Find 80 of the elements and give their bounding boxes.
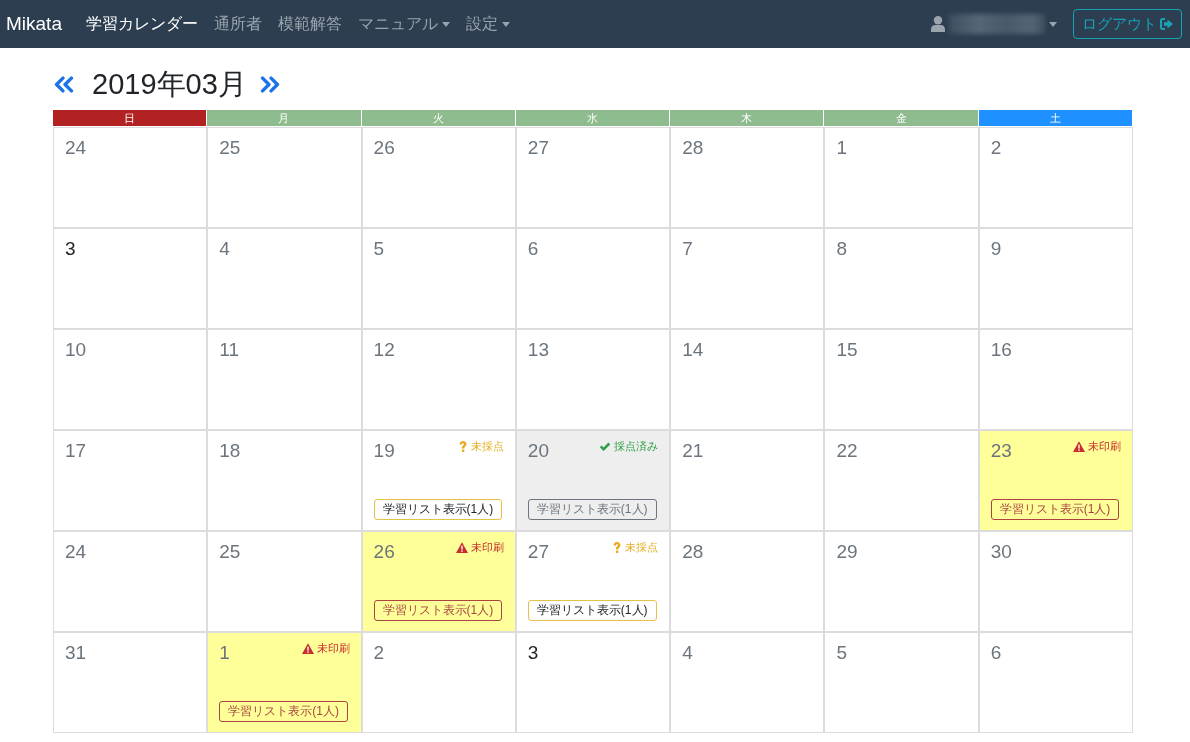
day-number: 12 (373, 338, 395, 362)
day-number: 6 (527, 237, 539, 261)
study-list-button[interactable]: 学習リスト表示(1人) (990, 499, 1120, 520)
status-label: 未印刷 (316, 642, 350, 655)
day-number: 1 (836, 136, 847, 160)
status-label: 未採点 (470, 440, 504, 453)
day-number: 8 (836, 237, 847, 261)
day-number: 22 (836, 439, 858, 463)
nav-link[interactable]: 模範解答 (269, 9, 350, 39)
weekday-header: 日 (53, 110, 207, 126)
warning-icon (301, 643, 314, 654)
day-number: 13 (527, 338, 549, 362)
warning-icon (455, 542, 468, 553)
caret-icon[interactable] (1049, 21, 1057, 27)
month-title: 2019年03月 (92, 67, 247, 101)
day-number: 21 (682, 439, 704, 463)
double-chevron-left-icon[interactable] (53, 75, 75, 93)
day-number: 25 (219, 540, 241, 564)
logout-button[interactable]: ログアウト (1073, 9, 1182, 39)
day-number: 16 (990, 338, 1012, 362)
warning-icon (1073, 441, 1085, 452)
day-number: 20 (527, 439, 549, 463)
weekday-header: 土 (978, 110, 1132, 126)
day-number: 29 (836, 540, 858, 564)
weekday-header: 火 (361, 110, 515, 126)
day-number: 5 (836, 641, 847, 665)
checkmark-icon (599, 441, 612, 452)
day-number: 6 (990, 641, 1002, 665)
day-number: 24 (65, 540, 87, 564)
user-icon[interactable] (931, 16, 945, 32)
day-number: 3 (527, 641, 539, 665)
day-number: 28 (682, 136, 704, 160)
day-number: 27 (527, 136, 549, 160)
day-number: 25 (219, 136, 241, 160)
day-number: 1 (219, 641, 230, 665)
weekday-header: 木 (670, 110, 824, 126)
day-number: 31 (65, 641, 87, 665)
day-number: 7 (682, 237, 693, 261)
question-mark-icon (457, 441, 468, 452)
study-list-button[interactable]: 学習リスト表示(1人) (527, 600, 657, 621)
day-number: 24 (65, 136, 87, 160)
day-number: 26 (373, 540, 395, 564)
day-number: 19 (373, 439, 395, 463)
day-number: 28 (682, 540, 704, 564)
day-number: 4 (682, 641, 693, 665)
day-number: 11 (219, 338, 239, 362)
status-label: 採点済み (614, 440, 659, 453)
nav-dropdown[interactable]: マニュアル (349, 9, 458, 39)
brand-logo-text[interactable]: Mikata (6, 13, 62, 35)
sign-out-icon (1160, 18, 1173, 30)
day-number: 27 (527, 540, 549, 564)
day-number: 10 (65, 338, 87, 362)
study-list-button[interactable]: 学習リスト表示(1人) (373, 499, 503, 520)
day-number: 3 (65, 237, 76, 261)
nav-link[interactable]: 通所者 (205, 9, 270, 39)
day-number: 26 (373, 136, 395, 160)
day-number: 9 (990, 237, 1002, 261)
question-mark-icon (612, 542, 623, 553)
day-number: 2 (990, 136, 1002, 160)
study-list-button[interactable]: 学習リスト表示(1人) (373, 600, 503, 621)
day-number: 5 (373, 237, 385, 261)
status-label: 未印刷 (470, 541, 504, 554)
day-number: 4 (219, 237, 230, 261)
study-list-button[interactable]: 学習リスト表示(1人) (219, 701, 348, 722)
weekday-header: 金 (824, 110, 978, 126)
weekday-header: 水 (515, 110, 670, 126)
day-number: 30 (990, 540, 1012, 564)
day-number: 14 (682, 338, 704, 362)
nav-dropdown[interactable]: 設定 (457, 9, 518, 39)
day-number: 17 (65, 439, 87, 463)
day-number: 18 (219, 439, 241, 463)
weekday-header: 月 (207, 110, 361, 126)
double-chevron-right-icon[interactable] (258, 75, 281, 93)
day-number: 23 (990, 439, 1012, 463)
status-label: 未採点 (625, 541, 659, 554)
day-number: 2 (373, 641, 385, 665)
status-label: 未印刷 (1088, 440, 1121, 453)
study-list-button[interactable]: 学習リスト表示(1人) (527, 499, 657, 520)
day-number: 15 (836, 338, 858, 362)
nav-link[interactable]: 学習カレンダー (77, 9, 206, 39)
